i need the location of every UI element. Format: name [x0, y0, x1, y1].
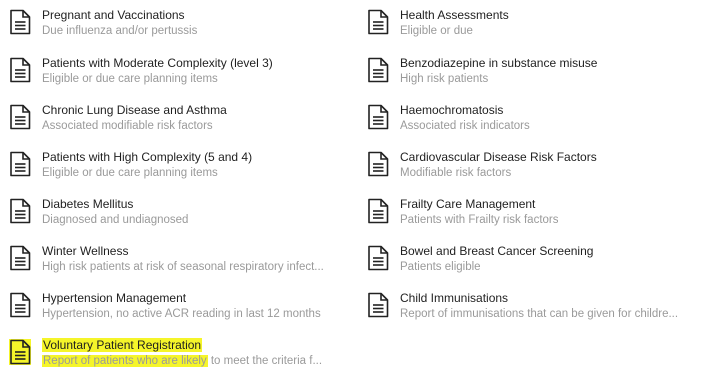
report-subtitle: Eligible or due [400, 25, 473, 37]
report-item-pregnant-vaccinations[interactable]: Pregnant and Vaccinations Due influenza … [9, 7, 364, 47]
report-subtitle: High risk patients at risk of seasonal r… [42, 261, 324, 273]
report-item-voluntary-patient-registration[interactable]: Voluntary Patient Registration Report of… [9, 337, 364, 368]
report-title: Patients with Moderate Complexity (level… [42, 56, 273, 70]
document-icon [367, 245, 389, 271]
document-icon [9, 198, 31, 224]
report-subtitle-highlighted: Report of patients who are likely [42, 355, 208, 367]
report-item-frailty[interactable]: Frailty Care Management Patients with Fr… [367, 196, 713, 236]
report-title: Cardiovascular Disease Risk Factors [400, 150, 597, 164]
report-subtitle: Patients eligible [400, 261, 481, 273]
report-title: Health Assessments [400, 8, 509, 22]
document-icon [9, 9, 31, 35]
report-item-winter-wellness[interactable]: Winter Wellness High risk patients at ri… [9, 243, 364, 283]
report-item-bowel-breast-screening[interactable]: Bowel and Breast Cancer Screening Patien… [367, 243, 713, 283]
report-subtitle-rest: to meet the criteria f... [207, 355, 323, 367]
report-item-moderate-complexity[interactable]: Patients with Moderate Complexity (level… [9, 55, 364, 95]
report-title: Voluntary Patient Registration [42, 338, 203, 352]
document-icon [9, 104, 31, 130]
report-item-hypertension[interactable]: Hypertension Management Hypertension, no… [9, 290, 364, 330]
report-title: Patients with High Complexity (5 and 4) [42, 150, 253, 164]
report-title: Child Immunisations [400, 291, 509, 305]
report-title: Diabetes Mellitus [42, 197, 134, 211]
document-icon [367, 57, 389, 83]
document-icon [367, 198, 389, 224]
report-subtitle: Hypertension, no active ACR reading in l… [42, 308, 321, 320]
report-subtitle: Eligible or due care planning items [42, 167, 218, 179]
report-item-child-immunisations[interactable]: Child Immunisations Report of immunisati… [367, 290, 713, 330]
document-icon [9, 292, 31, 318]
report-title: Hypertension Management [42, 291, 187, 305]
report-subtitle: Patients with Frailty risk factors [400, 214, 559, 226]
document-icon [9, 245, 31, 271]
report-item-health-assessments[interactable]: Health Assessments Eligible or due [367, 7, 713, 47]
report-subtitle: Due influenza and/or pertussis [42, 25, 198, 37]
report-item-haemochromatosis[interactable]: Haemochromatosis Associated risk indicat… [367, 102, 713, 142]
document-icon [367, 9, 389, 35]
report-subtitle: Associated modifiable risk factors [42, 120, 213, 132]
report-item-benzodiazepine[interactable]: Benzodiazepine in substance misuse High … [367, 55, 713, 95]
report-title: Frailty Care Management [400, 197, 536, 211]
report-subtitle: Report of immunisations that can be give… [400, 308, 679, 320]
document-icon [367, 292, 389, 318]
report-item-high-complexity[interactable]: Patients with High Complexity (5 and 4) … [9, 149, 364, 189]
report-title: Haemochromatosis [400, 103, 504, 117]
document-icon [9, 339, 31, 365]
report-subtitle: Modifiable risk factors [400, 167, 512, 179]
report-item-diabetes[interactable]: Diabetes Mellitus Diagnosed and undiagno… [9, 196, 364, 236]
document-icon [367, 104, 389, 130]
report-subtitle: Diagnosed and undiagnosed [42, 214, 189, 226]
report-subtitle: High risk patients [400, 73, 489, 85]
report-subtitle: Associated risk indicators [400, 120, 530, 132]
report-title: Pregnant and Vaccinations [42, 8, 185, 22]
report-title: Benzodiazepine in substance misuse [400, 56, 598, 70]
report-item-cardiovascular[interactable]: Cardiovascular Disease Risk Factors Modi… [367, 149, 713, 189]
report-item-chronic-lung[interactable]: Chronic Lung Disease and Asthma Associat… [9, 102, 364, 142]
report-title: Bowel and Breast Cancer Screening [400, 244, 594, 258]
report-title: Winter Wellness [42, 244, 129, 258]
document-icon [367, 151, 389, 177]
report-title: Chronic Lung Disease and Asthma [42, 103, 227, 117]
document-icon [9, 151, 31, 177]
report-subtitle: Eligible or due care planning items [42, 73, 218, 85]
document-icon [9, 57, 31, 83]
